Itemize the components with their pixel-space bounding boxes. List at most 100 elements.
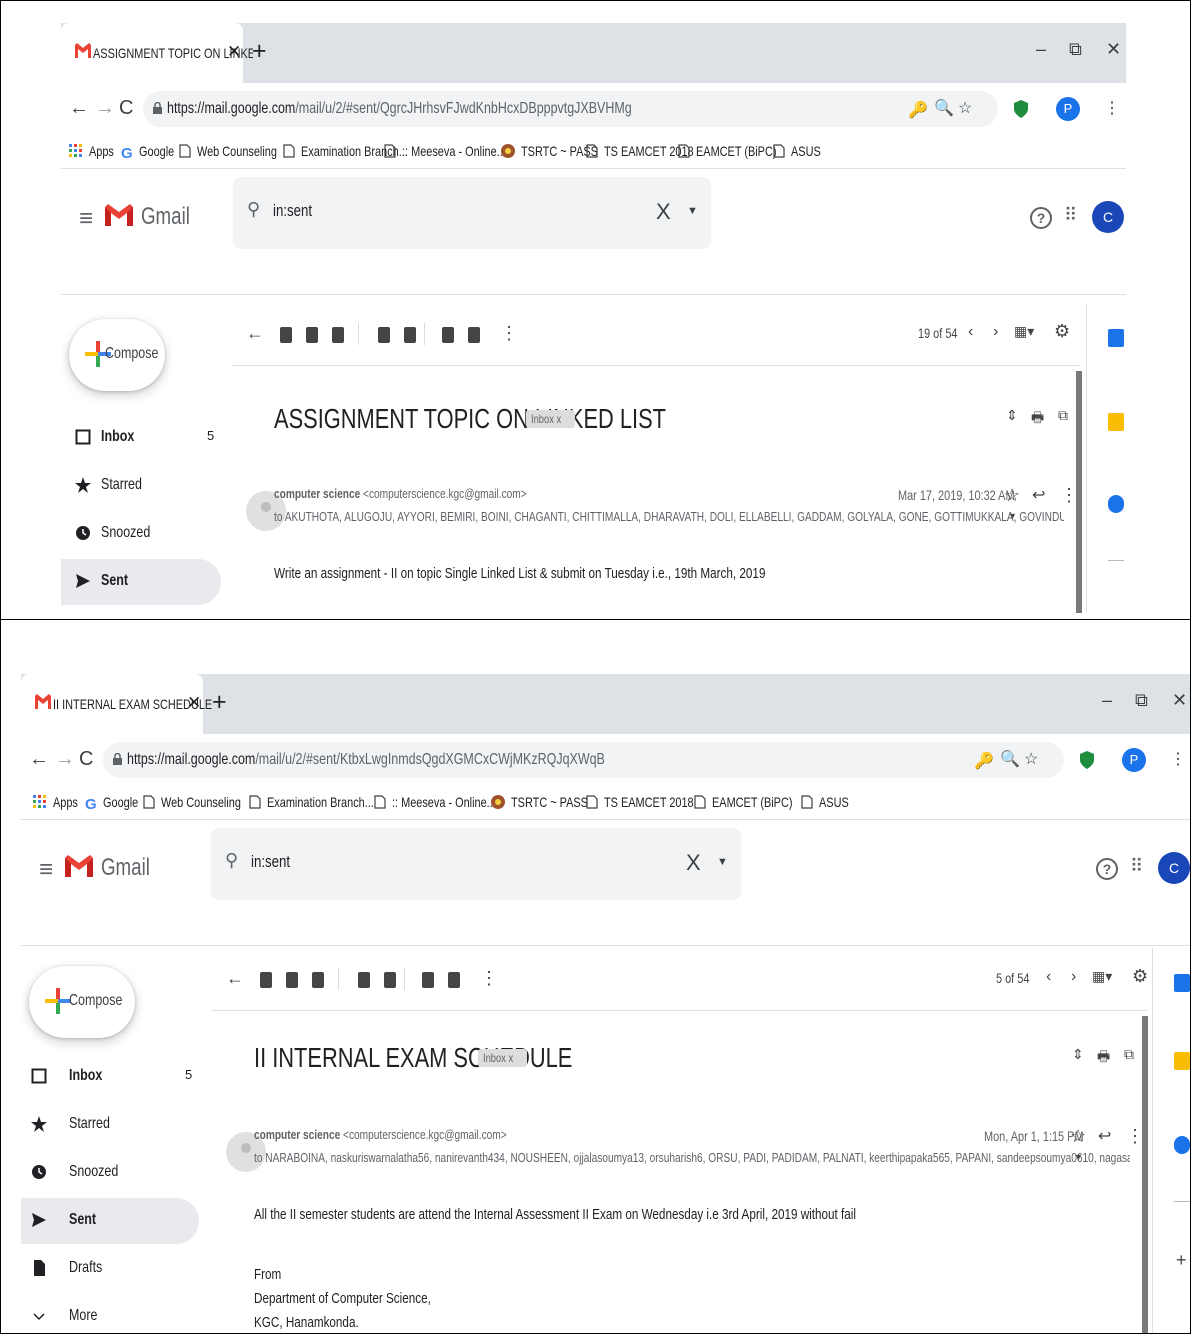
- star-toggle-icon[interactable]: ☆: [1070, 1126, 1086, 1147]
- keep-icon[interactable]: [1108, 413, 1124, 431]
- snooze-icon[interactable]: [404, 327, 416, 343]
- reply-icon[interactable]: ↩: [1098, 1126, 1111, 1146]
- profile-avatar[interactable]: P: [1122, 748, 1146, 772]
- sidebar-item-sent[interactable]: Sent: [21, 1198, 199, 1244]
- bookmark-star-icon[interactable]: ☆: [1024, 749, 1038, 769]
- help-icon[interactable]: ?: [1096, 858, 1118, 880]
- forward-icon[interactable]: →: [95, 97, 115, 120]
- calendar-icon[interactable]: [1108, 329, 1124, 347]
- archive-icon[interactable]: [260, 972, 272, 988]
- reload-icon[interactable]: C: [119, 97, 133, 120]
- reload-icon[interactable]: C: [79, 748, 93, 771]
- search-input[interactable]: in:sent: [251, 852, 301, 872]
- browser-tab[interactable]: II INTERNAL EXAM SCHEDULE - c ✕: [21, 674, 213, 734]
- sidebar-item-starred[interactable]: Starred: [61, 463, 221, 509]
- minimize-icon[interactable]: –: [1036, 39, 1046, 60]
- keep-icon[interactable]: [1174, 1052, 1190, 1070]
- sidebar-item-inbox[interactable]: Inbox 5: [61, 415, 221, 461]
- forward-icon[interactable]: →: [55, 748, 75, 771]
- key-icon[interactable]: 🔑: [974, 751, 994, 771]
- search-icon[interactable]: ⚲: [225, 850, 238, 871]
- bookmark-item[interactable]: G Google: [85, 794, 148, 813]
- more-actions-icon[interactable]: ⋮: [500, 323, 518, 344]
- newer-icon[interactable]: ‹: [968, 323, 973, 341]
- report-spam-icon[interactable]: [286, 972, 298, 988]
- tasks-icon[interactable]: [1108, 495, 1124, 513]
- restore-icon[interactable]: ⧉: [1135, 690, 1148, 711]
- move-to-icon[interactable]: [422, 972, 434, 988]
- main-menu-icon[interactable]: ≡: [39, 856, 53, 884]
- menu-kebab-icon[interactable]: ⋮: [1170, 749, 1186, 769]
- google-apps-icon[interactable]: ⠿: [1064, 205, 1077, 226]
- bookmark-item[interactable]: EAMCET (BiPC): [694, 794, 815, 810]
- compose-button[interactable]: Compose: [29, 966, 135, 1038]
- search-options-icon[interactable]: ▼: [717, 856, 728, 868]
- search-bar[interactable]: ⚲ in:sent X ▼: [211, 828, 741, 900]
- bookmark-item[interactable]: Apps: [33, 794, 85, 810]
- snooze-icon[interactable]: [384, 972, 396, 988]
- back-icon[interactable]: ←: [29, 748, 49, 771]
- close-window-icon[interactable]: ✕: [1106, 39, 1121, 60]
- older-icon[interactable]: ›: [993, 323, 998, 341]
- reply-icon[interactable]: ↩: [1032, 485, 1045, 505]
- calendar-icon[interactable]: [1174, 974, 1190, 992]
- main-menu-icon[interactable]: ≡: [79, 205, 93, 233]
- sidebar-item-more[interactable]: More: [21, 1294, 199, 1333]
- report-spam-icon[interactable]: [306, 327, 318, 343]
- tasks-icon[interactable]: [1174, 1136, 1190, 1154]
- google-apps-icon[interactable]: ⠿: [1130, 856, 1143, 877]
- expand-all-icon[interactable]: ⇕: [1006, 407, 1018, 424]
- clear-search-icon[interactable]: X: [656, 199, 671, 225]
- archive-icon[interactable]: [280, 327, 292, 343]
- key-icon[interactable]: 🔑: [908, 100, 928, 120]
- print-icon[interactable]: 🖶: [1031, 407, 1044, 431]
- search-bar[interactable]: ⚲ in:sent X ▼: [233, 177, 711, 249]
- bookmark-item[interactable]: ASUS: [801, 794, 857, 810]
- bookmark-item[interactable]: Web Counseling: [143, 794, 263, 810]
- settings-gear-icon[interactable]: ⚙: [1054, 321, 1070, 342]
- bookmark-item[interactable]: ASUS: [773, 143, 829, 159]
- label-icon[interactable]: [468, 327, 480, 343]
- search-icon[interactable]: ⚲: [247, 199, 260, 220]
- address-bar[interactable]: https://mail.google.com/mail/u/2/#sent/Q…: [143, 91, 998, 127]
- label-icon[interactable]: [448, 972, 460, 988]
- sidebar-item-drafts[interactable]: Drafts: [21, 1246, 199, 1292]
- scrollbar[interactable]: [1142, 1016, 1148, 1333]
- mark-unread-icon[interactable]: [378, 327, 390, 343]
- open-new-window-icon[interactable]: ⧉: [1058, 407, 1068, 424]
- sidebar-item-inbox[interactable]: Inbox 5: [21, 1054, 199, 1100]
- input-tools-icon[interactable]: ▦▾: [1014, 323, 1034, 340]
- zoom-icon[interactable]: 🔍: [934, 98, 954, 118]
- mark-unread-icon[interactable]: [358, 972, 370, 988]
- sidebar-item-snoozed[interactable]: Snoozed: [61, 511, 221, 557]
- menu-kebab-icon[interactable]: ⋮: [1104, 98, 1120, 118]
- scrollbar[interactable]: [1076, 371, 1082, 613]
- restore-icon[interactable]: ⧉: [1069, 39, 1082, 60]
- star-toggle-icon[interactable]: ☆: [1004, 485, 1020, 506]
- extension-shield-icon[interactable]: [1014, 100, 1028, 118]
- address-bar[interactable]: https://mail.google.com/mail/u/2/#sent/K…: [103, 742, 1064, 778]
- new-tab-button[interactable]: +: [212, 688, 227, 717]
- extension-shield-icon[interactable]: [1080, 751, 1094, 769]
- account-avatar[interactable]: C: [1092, 201, 1124, 233]
- inbox-label-chip[interactable]: Inbox x: [478, 1049, 527, 1067]
- search-options-icon[interactable]: ▼: [687, 205, 698, 217]
- delete-icon[interactable]: [312, 972, 324, 988]
- sidebar-item-sent[interactable]: Sent: [61, 559, 221, 605]
- newer-icon[interactable]: ‹: [1046, 968, 1051, 986]
- open-new-window-icon[interactable]: ⧉: [1124, 1046, 1134, 1063]
- compose-button[interactable]: Compose: [69, 319, 165, 391]
- profile-avatar[interactable]: P: [1056, 97, 1080, 121]
- show-details-icon[interactable]: ▼: [1074, 1152, 1083, 1162]
- print-icon[interactable]: 🖶: [1097, 1046, 1110, 1070]
- bookmark-item[interactable]: Web Counseling: [179, 143, 299, 159]
- get-addons-icon[interactable]: +: [1176, 1250, 1187, 1271]
- show-details-icon[interactable]: ▼: [1008, 511, 1017, 521]
- bookmark-item[interactable]: G Google: [121, 143, 184, 162]
- delete-icon[interactable]: [332, 327, 344, 343]
- bookmark-item[interactable]: Apps: [69, 143, 121, 159]
- zoom-icon[interactable]: 🔍: [1000, 749, 1020, 769]
- back-icon[interactable]: ←: [69, 97, 89, 120]
- older-icon[interactable]: ›: [1071, 968, 1076, 986]
- expand-all-icon[interactable]: ⇕: [1072, 1046, 1084, 1063]
